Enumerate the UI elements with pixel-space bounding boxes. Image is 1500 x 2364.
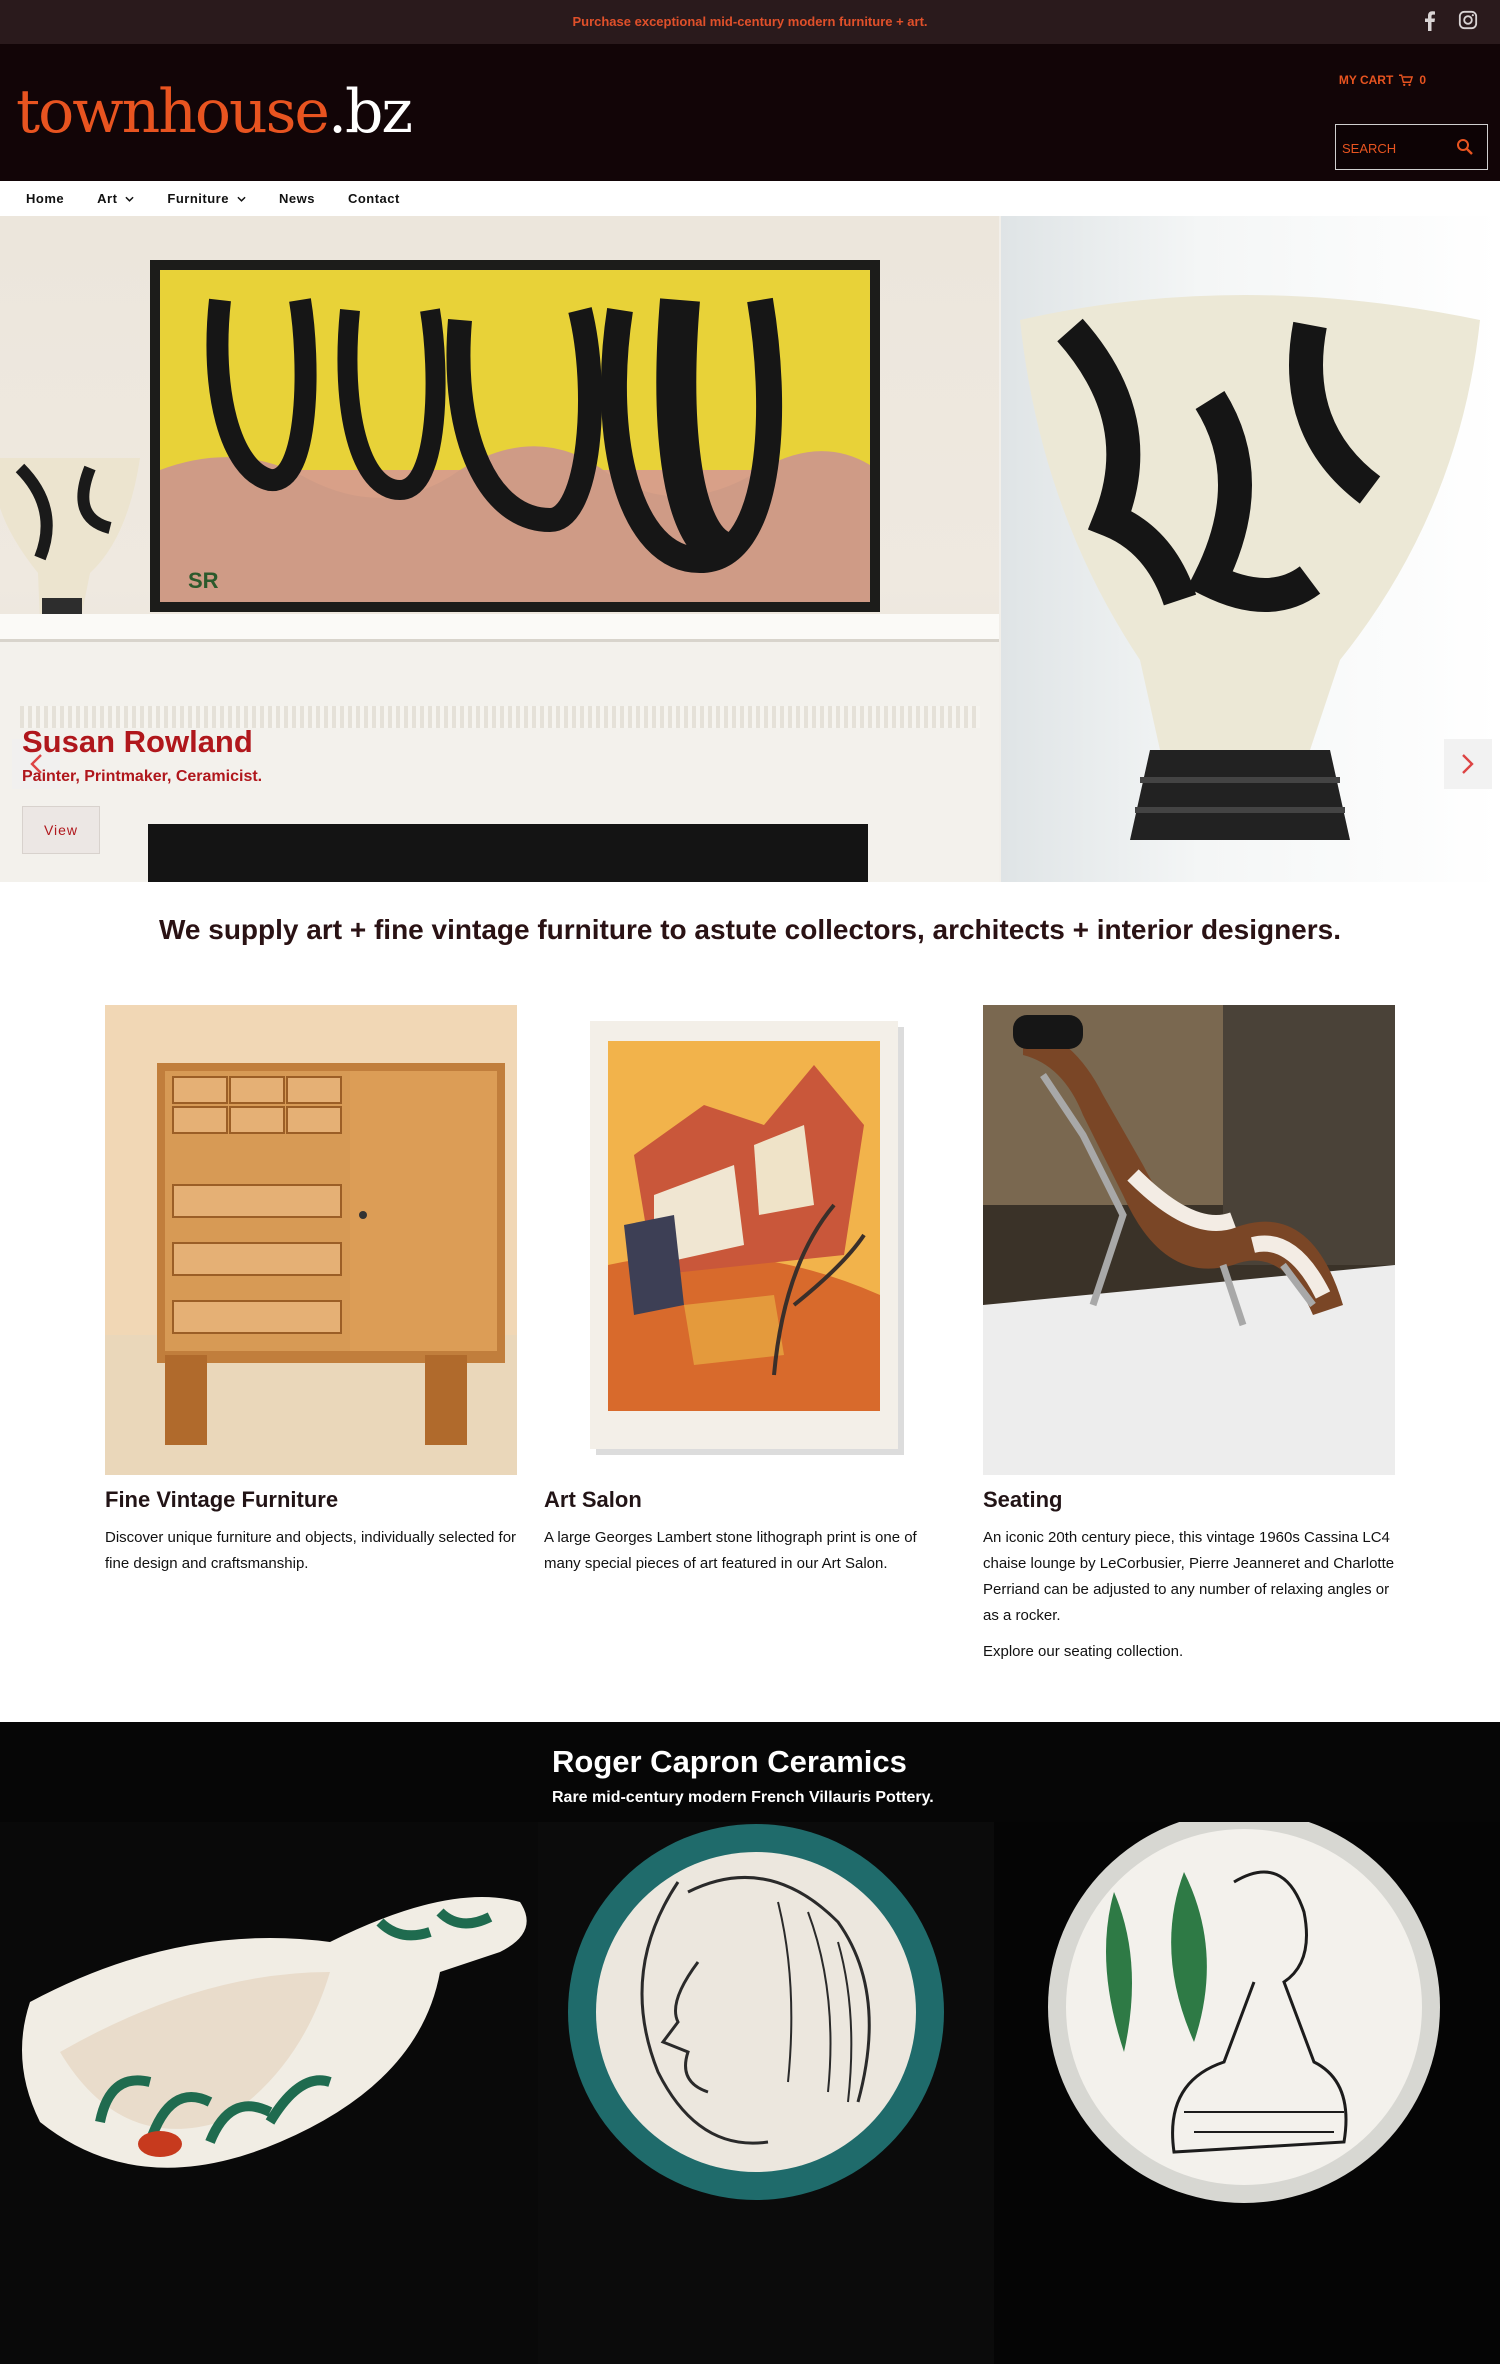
cart-icon <box>1399 74 1414 86</box>
cart-count: 0 <box>1419 73 1426 87</box>
hero-artist-name: Susan Rowland <box>22 724 253 759</box>
feature-art-salon-text: A large Georges Lambert stone lithograph… <box>544 1529 917 1572</box>
chevron-down-icon <box>237 196 246 202</box>
instagram-icon[interactable] <box>1458 10 1478 32</box>
site-header: townhouse.bz MY CART 0 <box>0 44 1500 181</box>
cart-link[interactable]: MY CART 0 <box>1339 73 1426 87</box>
ceramics-subtitle: Rare mid-century modern French Villauris… <box>552 1789 934 1806</box>
feature-art-salon-image[interactable] <box>544 1005 956 1475</box>
feature-seating-image[interactable] <box>983 1005 1395 1475</box>
nav-item-home[interactable]: Home <box>26 191 64 206</box>
hero-vase-left <box>0 458 140 626</box>
feature-art-salon: Art Salon A large Georges Lambert stone … <box>544 1005 956 1577</box>
ceramics-title: Roger Capron Ceramics <box>552 1744 907 1779</box>
slider-next-button[interactable] <box>1444 739 1492 789</box>
feature-seating-link[interactable]: Explore our seating collection. <box>983 1639 1395 1665</box>
feature-seating-title[interactable]: Seating <box>983 1487 1395 1513</box>
cart-label: MY CART <box>1338 73 1394 87</box>
hero-caption: Susan Rowland Painter, Printmaker, Ceram… <box>22 724 262 854</box>
nav-item-art[interactable]: Art <box>97 191 135 206</box>
feature-furniture: Fine Vintage Furniture Discover unique f… <box>105 1005 517 1577</box>
chevron-right-icon <box>1462 754 1474 774</box>
ceramic-photo-plate-profile[interactable] <box>538 1822 994 2364</box>
main-nav: Home Art Furniture News Contact <box>0 181 1500 216</box>
feature-seating-text: An iconic 20th century piece, this vinta… <box>983 1529 1395 1624</box>
ceramic-photo-plate-figure[interactable] <box>994 1811 1500 2364</box>
promo-bar: Purchase exceptional mid-century modern … <box>0 0 1500 44</box>
painting-signature: SR <box>188 568 219 593</box>
ceramics-section: Roger Capron Ceramics Rare mid-century m… <box>0 1722 1500 2364</box>
search-input[interactable] <box>1342 138 1452 158</box>
hero-view-button[interactable]: View <box>22 806 100 854</box>
feature-art-salon-title[interactable]: Art Salon <box>544 1487 956 1513</box>
feature-furniture-text: Discover unique furniture and objects, i… <box>105 1529 517 1572</box>
search-icon[interactable] <box>1455 137 1475 157</box>
feature-seating: Seating An iconic 20th century piece, th… <box>983 1005 1395 1665</box>
hero-painting: SR <box>160 270 870 602</box>
feature-furniture-title[interactable]: Fine Vintage Furniture <box>105 1487 517 1513</box>
facebook-icon[interactable] <box>1420 10 1440 32</box>
feature-furniture-image[interactable] <box>105 1005 517 1475</box>
nav-item-furniture[interactable]: Furniture <box>167 191 246 206</box>
chevron-down-icon <box>125 196 135 202</box>
search-box <box>1335 124 1488 170</box>
hero-ceramic-vase <box>1020 295 1480 840</box>
tagline-heading: We supply art + fine vintage furniture t… <box>158 914 1341 945</box>
nav-item-news[interactable]: News <box>279 191 315 206</box>
hero-artist-role: Painter, Printmaker, Ceramicist. <box>22 768 263 785</box>
ceramic-photo-dish-handle[interactable] <box>0 1822 538 2364</box>
site-logo[interactable]: townhouse.bz <box>16 82 413 142</box>
promo-text: Purchase exceptional mid-century modern … <box>572 14 928 29</box>
nav-item-contact[interactable]: Contact <box>348 191 400 206</box>
social-links <box>1420 10 1478 32</box>
